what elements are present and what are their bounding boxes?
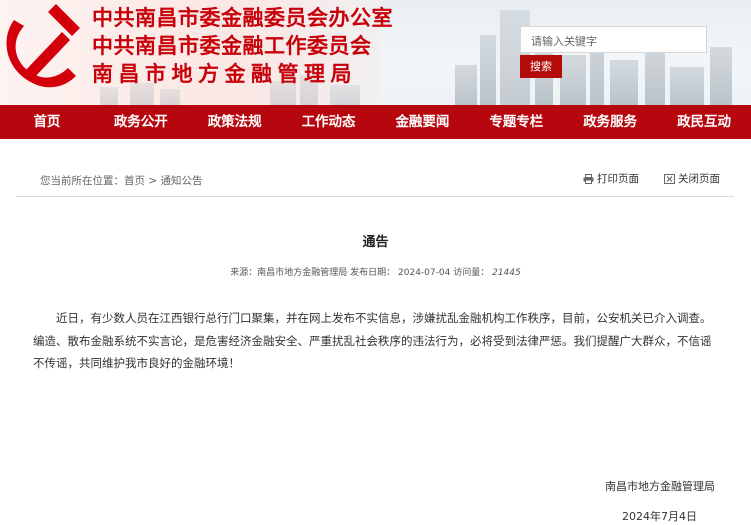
close-page-button[interactable]: 关闭页面	[664, 171, 720, 186]
source-value: 南昌市地方金融管理局	[257, 268, 348, 278]
nav-item-finance-news[interactable]: 金融要闻	[376, 105, 470, 139]
main-nav: 首页 政务公开 政策法规 工作动态 金融要闻 专题专栏 政务服务 政民互动	[0, 105, 751, 139]
breadcrumb-home-link[interactable]: 首页	[124, 175, 145, 187]
close-page-label: 关闭页面	[678, 173, 720, 185]
article-sign-date: 2024年7月4日	[622, 510, 697, 523]
nav-item-special-topics[interactable]: 专题专栏	[469, 105, 563, 139]
site-titles: 中共南昌市委金融委员会办公室 中共南昌市委金融工作委员会 南昌市地方金融管理局	[92, 4, 393, 88]
breadcrumb-separator: >	[145, 175, 161, 187]
source-label: 来源：	[230, 268, 258, 278]
site-title-line-2: 中共南昌市委金融工作委员会	[92, 34, 372, 58]
party-emblem-icon	[6, 4, 80, 88]
nav-item-policies[interactable]: 政策法规	[188, 105, 282, 139]
search-input[interactable]: 请输入关键字	[520, 26, 707, 53]
print-page-button[interactable]: 打印页面	[583, 171, 639, 186]
print-page-label: 打印页面	[597, 173, 639, 185]
breadcrumb-prefix: 您当前所在位置：	[40, 175, 124, 187]
printer-icon	[583, 174, 594, 184]
breadcrumb-bar: 您当前所在位置：首页 > 通知公告	[0, 139, 751, 201]
article-title: 通告	[362, 235, 389, 250]
date-value: 2024-07-04	[398, 268, 451, 278]
date-label: 发布日期：	[350, 268, 396, 278]
hits-value: 21445	[492, 268, 521, 278]
search-button[interactable]: 搜索	[520, 55, 562, 78]
nav-item-work-news[interactable]: 工作动态	[282, 105, 376, 139]
article-meta: 来源：南昌市地方金融管理局 发布日期： 2024-07-04 访问量： 2144…	[0, 265, 751, 278]
article-body: 近日，有少数人员在江西银行总行门口聚集，并在网上发布不实信息，涉嫌扰乱金融机构工…	[33, 311, 712, 370]
nav-item-home[interactable]: 首页	[0, 105, 94, 139]
site-title-line-1: 中共南昌市委金融委员会办公室	[92, 6, 393, 30]
article-signature: 南昌市地方金融管理局	[605, 480, 715, 493]
nav-item-interaction[interactable]: 政民互动	[657, 105, 751, 139]
nav-item-services[interactable]: 政务服务	[563, 105, 657, 139]
breadcrumb: 您当前所在位置：首页 > 通知公告	[40, 173, 202, 188]
breadcrumb-current-link[interactable]: 通知公告	[160, 175, 202, 187]
site-title-line-3: 南昌市地方金融管理局	[92, 62, 357, 86]
close-icon	[664, 174, 675, 184]
breadcrumb-divider	[16, 196, 734, 197]
header-banner: 中共南昌市委金融委员会办公室 中共南昌市委金融工作委员会 南昌市地方金融管理局 …	[0, 0, 751, 105]
hits-label: 访问量：	[453, 268, 490, 278]
nav-item-government-affairs[interactable]: 政务公开	[94, 105, 188, 139]
